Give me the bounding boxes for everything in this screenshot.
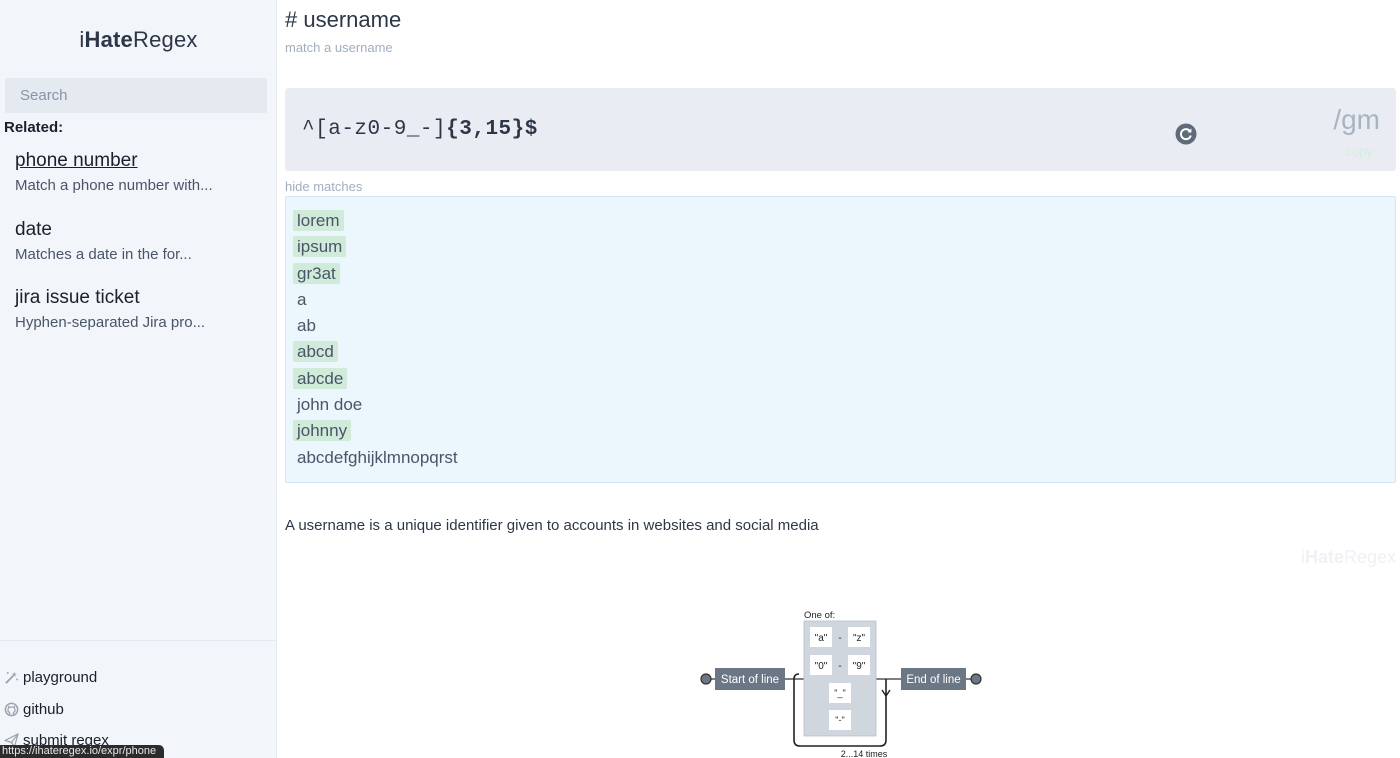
playground-link[interactable]: playground bbox=[3, 662, 109, 694]
hide-matches-toggle[interactable]: hide matches bbox=[285, 179, 362, 194]
regex-display: ^[a-z0-9_-]{3,15}$ /gm copy bbox=[285, 88, 1396, 171]
test-line: ipsum bbox=[293, 234, 1384, 260]
related-item-description: Match a phone number with... bbox=[15, 177, 213, 194]
refresh-icon[interactable] bbox=[1175, 123, 1197, 145]
test-line: gr3at bbox=[293, 261, 1384, 287]
match-highlight: ipsum bbox=[293, 236, 347, 258]
search-input[interactable] bbox=[5, 78, 267, 113]
related-item-phone-number[interactable]: phone number Match a phone number with..… bbox=[15, 150, 265, 219]
playground-label: playground bbox=[23, 669, 98, 687]
non-match-text: a bbox=[297, 289, 307, 309]
non-match-text: abcdefghijklmnopqrst bbox=[297, 447, 458, 467]
test-line: a bbox=[297, 287, 1384, 313]
svg-text:"9": "9" bbox=[853, 661, 866, 672]
github-link[interactable]: github bbox=[3, 694, 109, 726]
watermark-logo: iHateRegex bbox=[1300, 547, 1396, 567]
match-highlight: johnny bbox=[293, 420, 352, 442]
one-of-label: One of: bbox=[804, 610, 835, 621]
copy-button[interactable]: copy bbox=[1346, 144, 1373, 159]
test-line: lorem bbox=[293, 208, 1384, 234]
related-item-description: Matches a date in the for... bbox=[15, 245, 192, 263]
svg-text:"_": "_" bbox=[834, 688, 845, 698]
test-line: johnny bbox=[293, 418, 1384, 444]
sidebar-divider bbox=[0, 640, 277, 641]
test-line: abcd bbox=[293, 339, 1384, 365]
related-item-title[interactable]: jira issue ticket bbox=[15, 287, 265, 309]
test-line: ab bbox=[297, 313, 1384, 339]
railroad-diagram: Start of line End of line One of: "a" - … bbox=[700, 610, 982, 758]
sidebar: iHateRegex Related: phone number Match a… bbox=[0, 0, 277, 758]
related-list: phone number Match a phone number with..… bbox=[15, 150, 265, 356]
test-line: john doe bbox=[297, 392, 1384, 418]
test-line: abcdefghijklmnopqrst bbox=[297, 445, 1384, 471]
regex-expression[interactable]: ^[a-z0-9_-]{3,15}$ bbox=[302, 118, 538, 141]
related-heading: Related: bbox=[4, 119, 64, 136]
github-icon bbox=[3, 701, 19, 717]
svg-text:"a": "a" bbox=[815, 633, 828, 644]
end-label-text: End of line bbox=[906, 674, 960, 686]
end-node bbox=[970, 673, 982, 685]
page-subtitle: match a username bbox=[285, 40, 393, 55]
page-title: # username bbox=[285, 7, 402, 32]
related-item-jira-issue-ticket[interactable]: jira issue ticket Hyphen-separated Jira … bbox=[15, 287, 265, 356]
svg-text:"0": "0" bbox=[815, 661, 828, 672]
svg-text:"z": "z" bbox=[853, 633, 866, 644]
related-item-date[interactable]: date Matches a date in the for... bbox=[15, 219, 265, 288]
status-bar-url: https://ihateregex.io/expr/phone bbox=[0, 745, 165, 758]
match-highlight: abcde bbox=[293, 367, 348, 389]
match-highlight: abcd bbox=[293, 341, 338, 363]
svg-text:"-": "-" bbox=[835, 715, 844, 725]
github-label: github bbox=[23, 700, 64, 718]
main-content: # username match a username ^[a-z0-9_-]{… bbox=[285, 0, 1396, 758]
match-highlight: gr3at bbox=[293, 262, 340, 284]
regex-flags: /gm bbox=[1333, 104, 1380, 135]
test-strings-editor[interactable]: lorem ipsum gr3at a ab abcd abcde john d… bbox=[285, 196, 1396, 483]
site-logo[interactable]: iHateRegex bbox=[0, 27, 277, 53]
repeat-count-label: 2...14 times bbox=[841, 749, 888, 758]
non-match-text: john doe bbox=[297, 395, 363, 415]
magic-wand-icon bbox=[3, 670, 19, 686]
test-line: abcde bbox=[293, 366, 1384, 392]
related-item-description: Hyphen-separated Jira pro... bbox=[15, 314, 206, 331]
svg-text:-: - bbox=[838, 661, 841, 672]
svg-text:-: - bbox=[838, 633, 841, 644]
related-item-title[interactable]: date bbox=[15, 219, 265, 241]
non-match-text: ab bbox=[297, 316, 316, 336]
match-highlight: lorem bbox=[293, 210, 344, 231]
start-node bbox=[700, 673, 712, 685]
related-item-title[interactable]: phone number bbox=[15, 150, 265, 172]
regex-description: A username is a unique identifier given … bbox=[285, 517, 819, 534]
footer-links: playground github submit regex bbox=[3, 662, 109, 757]
start-label-text: Start of line bbox=[721, 674, 779, 686]
